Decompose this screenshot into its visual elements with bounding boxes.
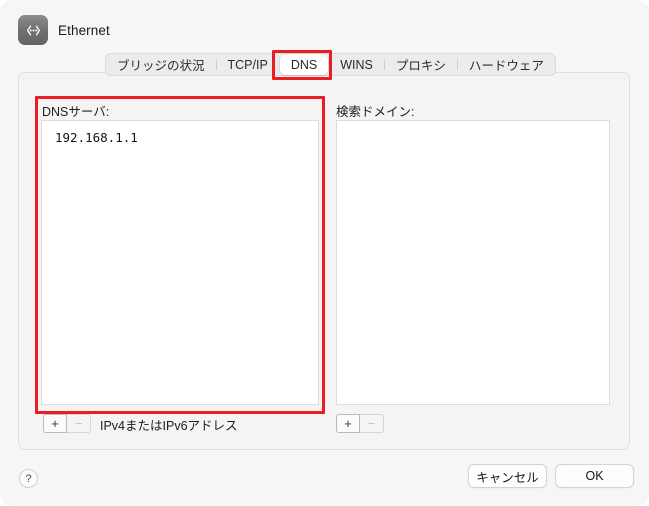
tab-tcpip[interactable]: TCP/IP: [217, 54, 279, 75]
search-domains-label: 検索ドメイン:: [336, 105, 415, 119]
search-domains-add-remove-control: + −: [336, 414, 384, 433]
tab-label: ブリッジの状況: [117, 59, 205, 73]
add-search-domain-button[interactable]: +: [336, 414, 360, 433]
tab-hardware[interactable]: ハードウェア: [458, 54, 555, 75]
tab-dns[interactable]: DNS: [279, 54, 329, 75]
tab-label: プロキシ: [395, 59, 446, 73]
dialog-header: Ethernet: [18, 15, 110, 45]
search-domains-list[interactable]: [336, 120, 610, 405]
cancel-button[interactable]: キャンセル: [468, 464, 547, 488]
tab-label: ハードウェア: [468, 59, 544, 73]
tab-label: TCP/IP: [227, 57, 268, 72]
tab-wins[interactable]: WINS: [329, 54, 384, 75]
list-item[interactable]: 192.168.1.1: [42, 121, 318, 145]
dns-servers-list[interactable]: 192.168.1.1: [41, 120, 319, 405]
ok-button[interactable]: OK: [555, 464, 634, 488]
tab-bridge-status[interactable]: ブリッジの状況: [106, 54, 216, 75]
remove-search-domain-button[interactable]: −: [360, 414, 384, 433]
remove-dns-server-button[interactable]: −: [67, 414, 91, 433]
tab-bar: ブリッジの状況 TCP/IP DNS WINS プロキシ ハードウェア: [105, 53, 556, 76]
tab-label: DNS: [290, 57, 318, 72]
ethernet-icon: [18, 15, 48, 45]
ethernet-dns-settings-dialog: Ethernet ブリッジの状況 TCP/IP DNS WINS プロキシ ハー…: [0, 0, 649, 506]
window-title: Ethernet: [58, 22, 110, 38]
dns-servers-hint: IPv4またはIPv6アドレス: [100, 419, 238, 433]
dns-servers-label: DNSサーバ:: [42, 105, 110, 119]
dns-servers-add-remove-control: + −: [43, 414, 91, 433]
help-button[interactable]: ?: [19, 469, 38, 488]
tab-proxies[interactable]: プロキシ: [385, 54, 457, 75]
tab-label: WINS: [340, 57, 373, 72]
add-dns-server-button[interactable]: +: [43, 414, 67, 433]
